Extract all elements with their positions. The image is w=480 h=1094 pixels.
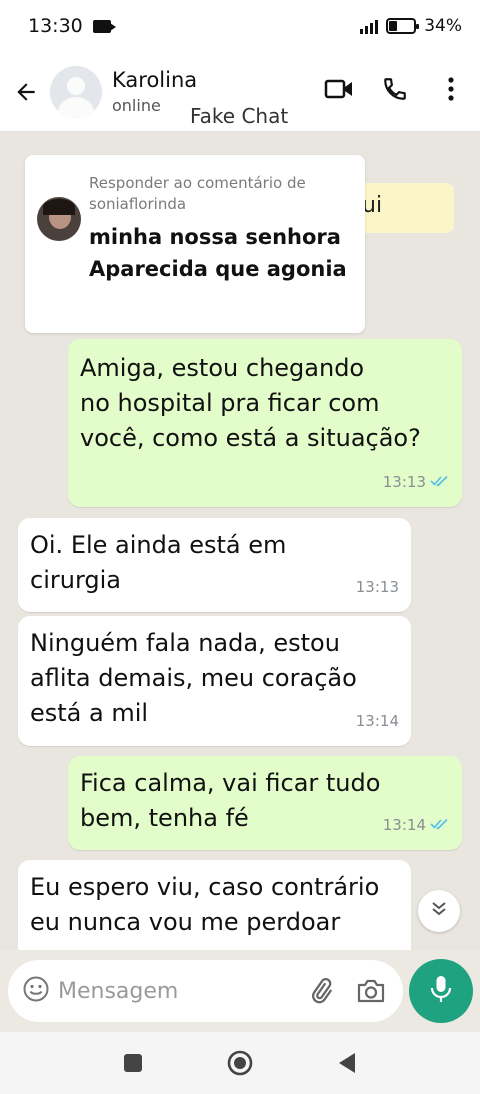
- message-placeholder: Mensagem: [58, 978, 179, 1004]
- message-line: Fica calma, vai ficar tudo: [80, 769, 381, 797]
- contact-status: online: [112, 96, 161, 115]
- message-line: você, como está a situação?: [80, 424, 421, 452]
- chat-area[interactable]: ui Responder ao comentário de soniaflori…: [0, 133, 480, 950]
- header-actions: [322, 72, 468, 106]
- contact-name: Karolina: [112, 68, 198, 92]
- message-time: 13:14: [382, 816, 426, 834]
- message-line: Eu espero viu, caso contrário: [30, 873, 380, 901]
- message-line: Amiga, estou chegando: [80, 354, 365, 382]
- back-arrow-icon[interactable]: [4, 70, 48, 114]
- message-meta: 13:14: [356, 704, 399, 739]
- message-bubble-incoming[interactable]: Ninguém fala nada, estou aflita demais, …: [18, 616, 411, 746]
- reply-comment-text: minha nossa senhora Aparecida que agonia: [89, 225, 347, 281]
- read-ticks-icon: [430, 808, 450, 843]
- message-meta: 13:13: [356, 570, 399, 605]
- message-line: eu nunca vou me perdoar: [30, 908, 341, 936]
- reply-hint: Responder ao comentário de soniaflorinda: [89, 174, 306, 213]
- message-time: 13:14: [355, 712, 399, 730]
- camera-icon[interactable]: [353, 973, 389, 1009]
- more-vert-icon[interactable]: [434, 72, 468, 106]
- message-line: cirurgia: [30, 566, 121, 594]
- message-line: Oi. Ele ainda está em: [30, 531, 287, 559]
- message-line: no hospital pra ficar com: [80, 389, 380, 417]
- chevron-double-down-icon: [430, 900, 448, 922]
- video-call-icon[interactable]: [322, 72, 356, 106]
- contact-avatar[interactable]: [50, 65, 102, 118]
- message-bubble-outgoing[interactable]: Fica calma, vai ficar tudo bem, tenha fé…: [68, 756, 462, 850]
- reply-card[interactable]: Responder ao comentário de soniaflorinda…: [25, 155, 365, 333]
- partially-hidden-message: ui: [350, 183, 454, 233]
- message-line: aflita demais, meu coração: [30, 664, 357, 692]
- status-right: 34%: [360, 16, 462, 36]
- attach-icon[interactable]: [303, 973, 339, 1009]
- composer-bar: Mensagem: [0, 950, 480, 1032]
- mic-icon: [428, 974, 454, 1008]
- battery-icon: [386, 18, 420, 34]
- fake-chat-watermark: Fake Chat: [190, 104, 289, 128]
- scroll-to-bottom-button[interactable]: [418, 890, 460, 932]
- contact-info[interactable]: Karolina online: [112, 68, 197, 115]
- message-meta: 13:13: [383, 465, 450, 500]
- screen-record-icon: [92, 19, 116, 33]
- message-bubble-outgoing[interactable]: Amiga, estou chegando no hospital pra fi…: [68, 339, 462, 507]
- hidden-message-fragment: ui: [362, 193, 383, 218]
- chat-header: Karolina online Fake Chat: [0, 52, 480, 132]
- nav-back-icon[interactable]: [327, 1043, 367, 1083]
- status-bar: 13:30 34%: [0, 0, 480, 52]
- message-input[interactable]: Mensagem: [8, 960, 403, 1022]
- status-time: 13:30: [28, 15, 83, 37]
- message-line: Ninguém fala nada, estou: [30, 629, 340, 657]
- message-bubble-incoming[interactable]: Oi. Ele ainda está em cirurgia 13:13: [18, 518, 411, 612]
- emoji-icon[interactable]: [22, 975, 50, 1007]
- nav-recents-icon[interactable]: [113, 1043, 153, 1083]
- message-line: está a mil: [30, 699, 149, 727]
- message-time: 13:13: [382, 473, 426, 491]
- message-meta: 13:14: [383, 808, 450, 843]
- nav-home-icon[interactable]: [220, 1043, 260, 1083]
- message-bubble-incoming[interactable]: Eu espero viu, caso contrário eu nunca v…: [18, 860, 411, 950]
- phone-icon[interactable]: [378, 72, 412, 106]
- system-nav-bar: [0, 1032, 480, 1094]
- message-time: 13:13: [355, 578, 399, 596]
- signal-icon: [360, 18, 379, 34]
- battery-percent: 34%: [424, 16, 462, 36]
- read-ticks-icon: [430, 465, 450, 500]
- commenter-avatar: [37, 197, 81, 241]
- mic-button[interactable]: [409, 959, 473, 1023]
